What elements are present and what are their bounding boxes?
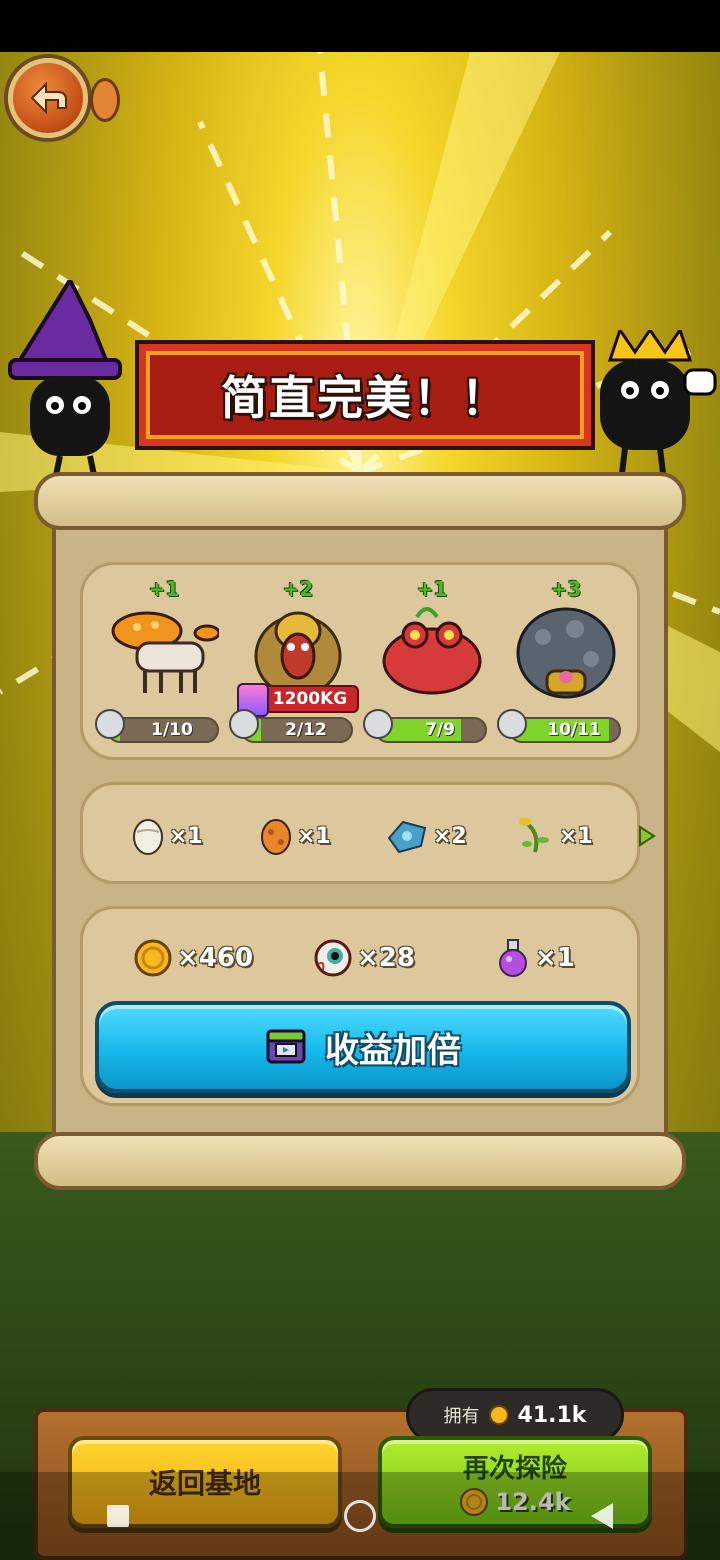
coin-icon bbox=[488, 1405, 509, 1425]
progress-text: 1/10 bbox=[151, 720, 193, 740]
back-nav-icon[interactable] bbox=[590, 1503, 613, 1529]
bonus-label: +1 bbox=[416, 577, 448, 601]
coin-icon bbox=[134, 939, 172, 977]
owned-value: 41.1k bbox=[517, 1402, 587, 1428]
back-arrow-icon bbox=[30, 81, 67, 115]
reward-quantity: ×28 bbox=[357, 943, 415, 973]
white-egg-icon bbox=[133, 819, 163, 855]
weight-value: 1200KG bbox=[272, 689, 348, 709]
bonus-label: +2 bbox=[282, 577, 314, 601]
reward-quantity: ×1 bbox=[535, 943, 575, 973]
orange-egg-icon bbox=[261, 819, 291, 855]
monster-card[interactable]: +2 1200KG 2/12 bbox=[229, 577, 363, 757]
item-quantity: ×1 bbox=[297, 823, 331, 849]
double-rewards-button[interactable]: 收益加倍 bbox=[95, 1001, 631, 1093]
witch-character-icon bbox=[8, 280, 122, 480]
item-quantity: ×1 bbox=[169, 823, 203, 849]
bonus-label: +1 bbox=[148, 577, 180, 601]
item-reward: ×1 bbox=[131, 811, 203, 861]
scroll-bottom-roll bbox=[34, 1132, 686, 1190]
potion-icon bbox=[499, 939, 527, 977]
monster-card[interactable]: +1 7/9 bbox=[363, 577, 497, 757]
currency-reward: ×1 bbox=[495, 933, 575, 983]
item-quantity: ×2 bbox=[433, 823, 467, 849]
monster-card[interactable]: +3 10/11 bbox=[497, 577, 631, 757]
vine-herb-icon bbox=[519, 818, 549, 853]
blue-gem-icon bbox=[387, 820, 427, 854]
back-button[interactable] bbox=[8, 58, 88, 138]
monster-card[interactable]: +1 1/10 bbox=[95, 577, 229, 757]
owned-label: 拥有 bbox=[443, 1406, 480, 1427]
monsters-panel: +1 1/10 +2 1200KG 2/12 +1 7/9 +3 10/11 bbox=[80, 562, 640, 760]
items-panel: ×1 ×1 ×2 ×1 bbox=[80, 782, 656, 884]
progress-text: 7/9 bbox=[425, 720, 455, 740]
double-rewards-label: 收益加倍 bbox=[325, 1030, 461, 1071]
system-nav-bar bbox=[0, 1472, 720, 1560]
rewards-panel: ×460 ×28 ×1 收益加倍 bbox=[80, 906, 640, 1106]
skull-icon bbox=[95, 709, 125, 739]
mushroom-creature-icon bbox=[111, 611, 219, 693]
king-character-icon bbox=[600, 330, 717, 490]
skull-icon bbox=[363, 709, 393, 739]
skull-icon bbox=[229, 709, 259, 739]
video-chest-icon bbox=[266, 1029, 306, 1064]
owned-balance: 拥有 41.1k bbox=[406, 1388, 624, 1442]
result-banner: 简直完美！！ bbox=[135, 340, 595, 450]
item-reward: ×2 bbox=[385, 811, 467, 861]
bonus-label: +3 bbox=[550, 577, 582, 601]
progress-text: 10/11 bbox=[547, 720, 601, 740]
next-arrow-icon[interactable] bbox=[638, 825, 656, 847]
progress-text: 2/12 bbox=[285, 720, 327, 740]
currency-reward: ×460 bbox=[133, 933, 253, 983]
rock-golem-icon bbox=[516, 607, 616, 699]
item-reward: ×1 bbox=[515, 811, 593, 861]
home-icon[interactable] bbox=[343, 1500, 376, 1532]
scroll-top-roll bbox=[34, 472, 686, 530]
skull-icon bbox=[497, 709, 527, 739]
currency-reward: ×28 bbox=[313, 933, 415, 983]
item-quantity: ×1 bbox=[559, 823, 593, 849]
red-frog-icon bbox=[382, 607, 482, 695]
weight-badge: 1200KG bbox=[237, 683, 359, 717]
item-reward: ×1 bbox=[259, 811, 331, 861]
status-bar bbox=[0, 0, 720, 52]
back-badge bbox=[90, 78, 120, 122]
banner-title: 简直完美！！ bbox=[221, 371, 509, 425]
recent-apps-icon[interactable] bbox=[107, 1505, 130, 1527]
reward-quantity: ×460 bbox=[177, 943, 254, 973]
eyeball-icon bbox=[314, 939, 352, 977]
